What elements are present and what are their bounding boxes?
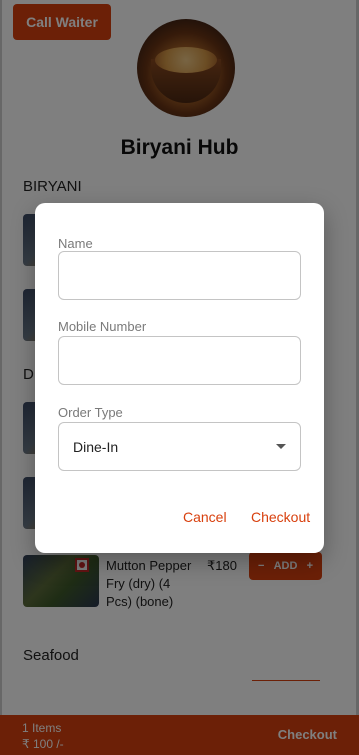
order-type-label: Order Type (58, 405, 123, 420)
mobile-number-label: Mobile Number (58, 319, 147, 334)
mobile-number-input[interactable] (58, 336, 301, 385)
order-type-value: Dine-In (73, 438, 119, 455)
cancel-button[interactable]: Cancel (183, 509, 227, 525)
customer-details-dialog: Name Mobile Number Order Type Dine-In Ca… (35, 203, 324, 553)
dropdown-arrow-icon (276, 444, 286, 449)
name-input[interactable] (58, 251, 301, 300)
name-label: Name (58, 236, 93, 251)
checkout-button[interactable]: Checkout (251, 509, 310, 525)
order-type-select[interactable]: Dine-In (58, 422, 301, 471)
